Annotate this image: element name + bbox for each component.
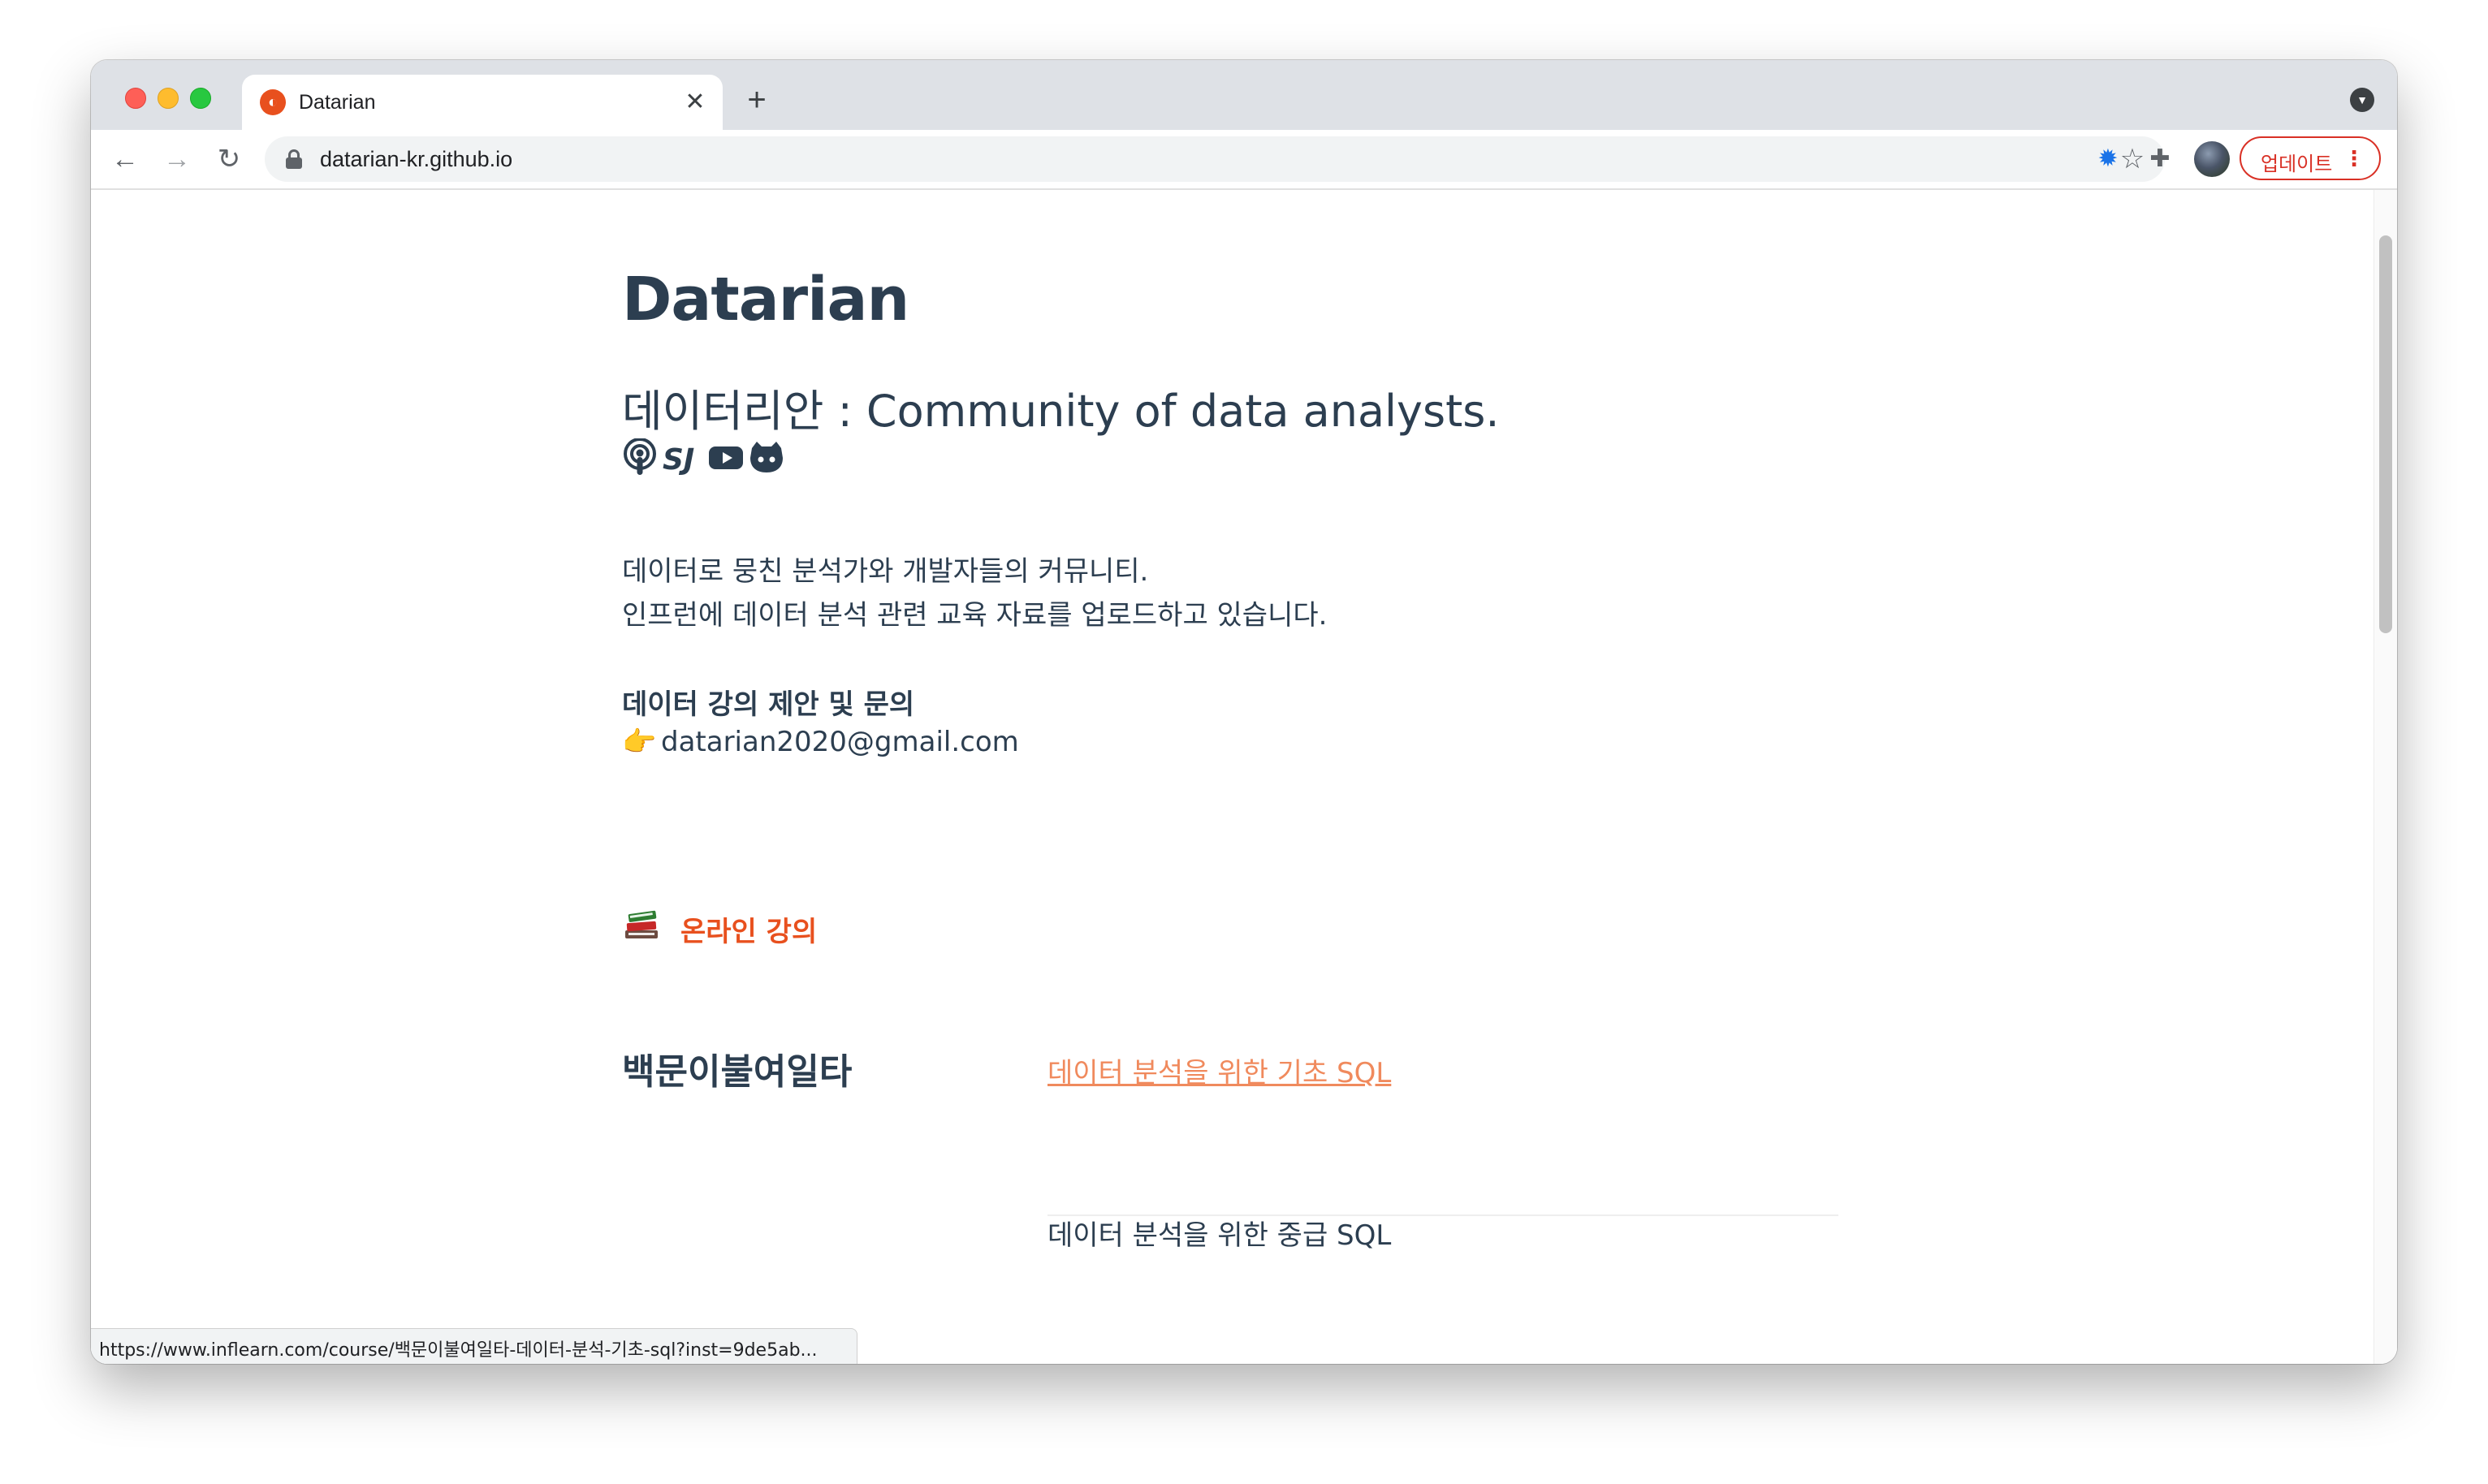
maximize-window-button[interactable] xyxy=(190,88,211,109)
browser-toolbar: ← → ↻ datarian-kr.github.io ☆ ✹ ✚ 업데이트 ⋮ xyxy=(91,130,2397,190)
lock-icon[interactable] xyxy=(286,149,302,169)
podcast-icon[interactable] xyxy=(622,438,658,476)
contact-heading: 데이터 강의 제안 및 문의 xyxy=(622,688,915,721)
update-button-label: 업데이트 xyxy=(2261,153,2333,175)
page-subtitle: 데이터리안 : Community of data analysts. xyxy=(622,386,1500,437)
page-title: Datarian xyxy=(622,265,909,334)
contact-email-row: 👉 datarian2020@gmail.com xyxy=(622,726,1019,758)
tab-datarian[interactable]: ◐ Datarian ✕ xyxy=(242,75,723,130)
forward-button[interactable]: → xyxy=(156,138,198,180)
minimize-window-button[interactable] xyxy=(158,88,179,109)
books-icon xyxy=(625,910,658,938)
course-group-title: 백문이불여일타 xyxy=(622,1051,853,1093)
sj-icon[interactable]: SJ xyxy=(661,438,705,476)
close-tab-icon[interactable]: ✕ xyxy=(679,86,711,119)
tab-strip: ◐ Datarian ✕ + ▼ xyxy=(91,60,2397,130)
desktop-background: ◐ Datarian ✕ + ▼ ← → ↻ datarian-kr.githu… xyxy=(0,0,2488,1484)
scrollbar-thumb[interactable] xyxy=(2379,235,2392,633)
reload-button[interactable]: ↻ xyxy=(208,138,250,180)
new-tab-button[interactable]: + xyxy=(739,83,775,119)
url-text[interactable]: datarian-kr.github.io xyxy=(320,147,512,172)
address-bar[interactable]: datarian-kr.github.io ☆ xyxy=(265,136,2165,182)
profile-avatar[interactable] xyxy=(2194,141,2230,177)
tab-search-icon[interactable]: ▼ xyxy=(2350,88,2374,112)
course-item-intermediate-sql[interactable]: 데이터 분석을 위한 중급 SQL xyxy=(1047,1213,1391,1253)
status-bar-url: https://www.inflearn.com/course/백문이불여일타-… xyxy=(99,1340,818,1361)
menu-kebab-icon: ⋮ xyxy=(2343,146,2365,170)
page-viewport: Datarian 데이터리안 : Community of data analy… xyxy=(91,190,2397,1364)
status-bar: https://www.inflearn.com/course/백문이불여일타-… xyxy=(91,1328,857,1364)
description-line: 인프런에 데이터 분석 관련 교육 자료를 업로드하고 있습니다. xyxy=(622,599,1328,632)
pointing-hand-icon: 👉 xyxy=(622,726,657,758)
datarian-favicon-icon: ◐ xyxy=(260,89,286,115)
tab-title: Datarian xyxy=(299,91,376,114)
youtube-icon[interactable] xyxy=(708,438,744,476)
online-courses-label[interactable]: 온라인 강의 xyxy=(680,909,817,949)
scrollbar[interactable] xyxy=(2374,190,2397,1364)
browser-window: ◐ Datarian ✕ + ▼ ← → ↻ datarian-kr.githu… xyxy=(91,60,2397,1364)
extensions-puzzle-icon[interactable]: ✚ xyxy=(2140,140,2179,179)
contact-email[interactable]: datarian2020@gmail.com xyxy=(661,726,1019,758)
close-window-button[interactable] xyxy=(125,88,146,109)
description-line: 데이터로 뭉친 분석가와 개발자들의 커뮤니티. xyxy=(622,555,1149,588)
github-icon[interactable] xyxy=(747,438,786,476)
extension-bug-icon[interactable]: ✹ xyxy=(2088,140,2127,179)
svg-text:SJ: SJ xyxy=(663,443,694,476)
back-button[interactable]: ← xyxy=(104,138,146,180)
course-link-basic-sql[interactable]: 데이터 분석을 위한 기초 SQL xyxy=(1047,1050,1391,1090)
update-button[interactable]: 업데이트 ⋮ xyxy=(2240,136,2381,180)
